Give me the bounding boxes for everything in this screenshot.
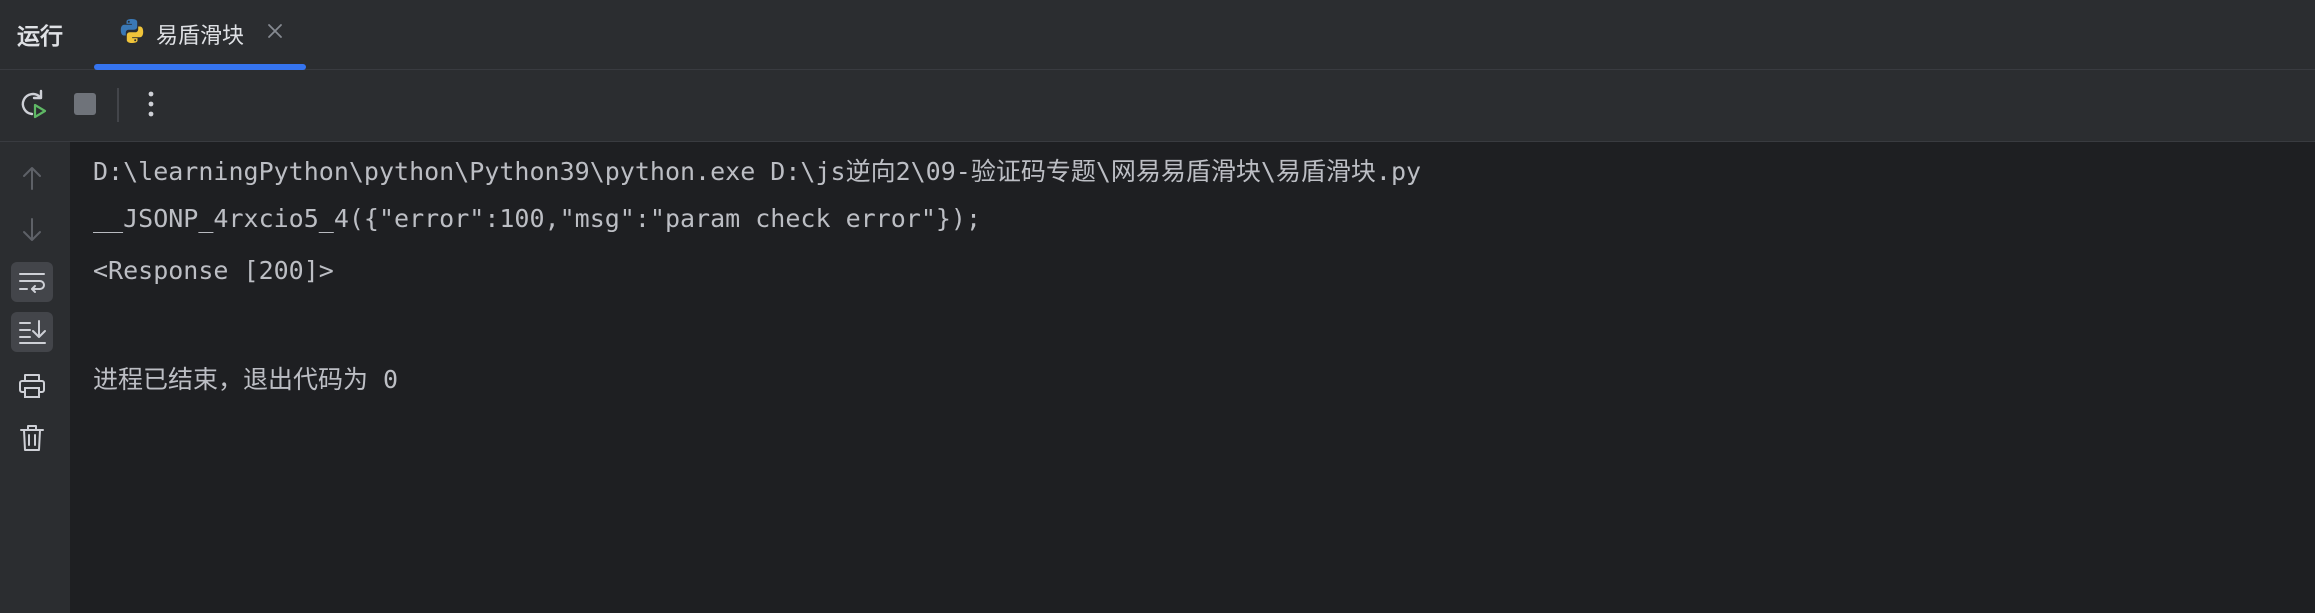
console-output[interactable]: D:\learningPython\python\Python39\python…: [70, 142, 2315, 613]
print-icon: [19, 374, 45, 398]
stop-icon: [74, 93, 96, 115]
run-tool-window: 运行 易盾滑块 D:\learningPython\python\Python3…: [0, 0, 2315, 613]
console-line-command: D:\learningPython\python\Python39\python…: [93, 157, 1422, 186]
scroll-to-end-button[interactable]: [11, 312, 53, 352]
toolbar-separator: [117, 88, 119, 122]
clear-all-button[interactable]: [11, 418, 53, 458]
run-panel-header: 运行 易盾滑块: [0, 0, 2315, 70]
soft-wrap-icon: [19, 273, 45, 293]
arrow-up-icon: [23, 167, 41, 190]
console-line-response: <Response [200]>: [93, 256, 334, 285]
more-vertical-icon: [148, 91, 154, 117]
soft-wrap-button[interactable]: [11, 262, 53, 302]
print-button[interactable]: [11, 366, 53, 406]
tab-label: 易盾滑块: [156, 24, 245, 49]
arrow-down-icon: [23, 218, 41, 241]
panel-title: 运行: [17, 24, 63, 50]
scroll-up-button[interactable]: [11, 158, 53, 198]
close-icon[interactable]: [266, 22, 284, 40]
python-icon: [120, 19, 144, 43]
console-line-exit-status: 进程已结束，退出代码为 0: [93, 365, 399, 394]
more-options-button[interactable]: [133, 86, 169, 122]
run-toolbar: [0, 70, 2315, 142]
rerun-button[interactable]: [14, 86, 50, 122]
scroll-down-button[interactable]: [11, 210, 53, 250]
console-line-jsonp-output: __JSONP_4rxcio5_4({"error":100,"msg":"pa…: [93, 204, 982, 233]
console-side-toolbar: [0, 142, 70, 613]
trash-icon: [20, 425, 44, 451]
tab-run-configuration[interactable]: 易盾滑块: [94, 0, 306, 70]
stop-button[interactable]: [67, 86, 103, 122]
scroll-to-end-icon: [19, 320, 46, 344]
rerun-icon: [21, 89, 47, 119]
